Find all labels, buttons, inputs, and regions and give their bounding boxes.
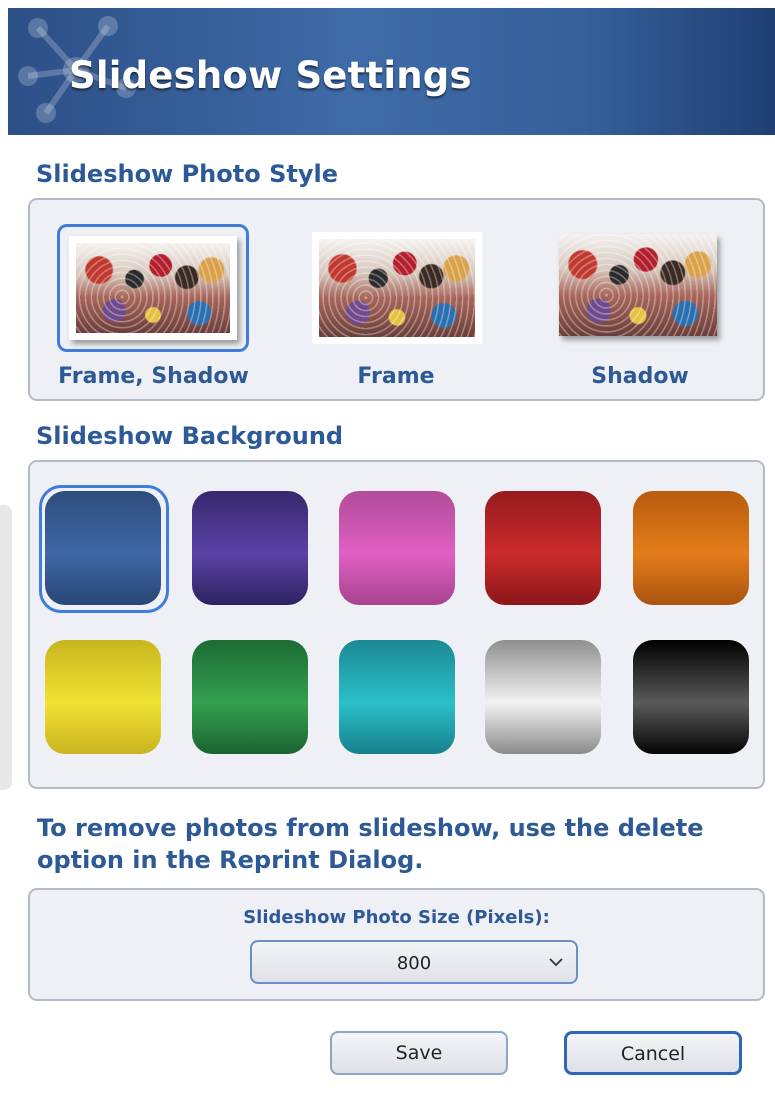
background-swatch-yellow[interactable]: [45, 640, 161, 754]
dialog-title: Slideshow Settings: [69, 54, 472, 97]
party-photo-thumbnail: [559, 234, 717, 336]
save-button[interactable]: Save: [330, 1031, 508, 1075]
background-panel: [28, 460, 765, 789]
photo-style-frame-shadow[interactable]: [57, 224, 249, 352]
background-swatch-silver[interactable]: [485, 640, 601, 754]
background-swatch-red[interactable]: [485, 491, 601, 605]
party-photo-thumbnail: [319, 239, 475, 337]
background-swatch-orange[interactable]: [633, 491, 749, 605]
photo-style-panel: Frame, Shadow Frame Shadow: [28, 198, 765, 401]
cancel-button[interactable]: Cancel: [564, 1031, 742, 1075]
background-swatch-teal[interactable]: [339, 640, 455, 754]
remove-photos-note: To remove photos from slideshow, use the…: [37, 814, 704, 874]
party-photo-thumbnail: [76, 243, 230, 333]
photo-size-panel: Slideshow Photo Size (Pixels): 800: [28, 888, 765, 1001]
background-swatch-pink[interactable]: [339, 491, 455, 605]
photo-style-label: Shadow: [591, 364, 689, 389]
background-heading: Slideshow Background: [36, 422, 344, 450]
background-window-edge: [0, 505, 12, 790]
photo-style-label: Frame: [357, 364, 435, 389]
photo-size-select[interactable]: 800: [250, 940, 578, 984]
background-swatch-green[interactable]: [192, 640, 308, 754]
chevron-down-icon: [549, 958, 563, 967]
background-swatch-blue[interactable]: [45, 491, 161, 605]
photo-style-label: Frame, Shadow: [58, 364, 249, 389]
photo-size-value: 800: [396, 953, 432, 974]
photo-style-shadow[interactable]: [559, 234, 721, 342]
dialog-header: Slideshow Settings: [8, 8, 775, 135]
background-swatch-black[interactable]: [633, 640, 749, 754]
photo-size-label: Slideshow Photo Size (Pixels):: [243, 907, 550, 928]
photo-style-heading: Slideshow Photo Style: [36, 160, 338, 188]
background-swatch-purple[interactable]: [192, 491, 308, 605]
photo-style-frame[interactable]: [312, 232, 482, 344]
